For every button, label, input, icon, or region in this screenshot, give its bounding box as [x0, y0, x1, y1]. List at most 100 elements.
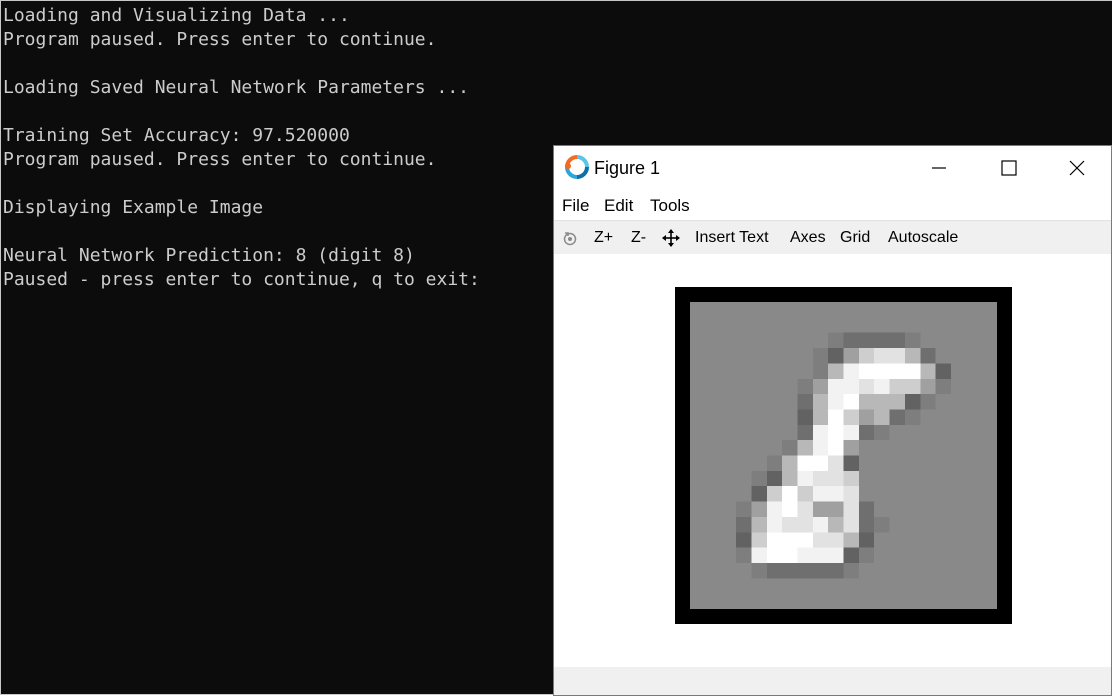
image-pixel — [797, 363, 814, 380]
image-pixel — [782, 532, 798, 548]
image-pixel — [782, 501, 798, 518]
image-pixel — [766, 317, 783, 334]
insert-text-button[interactable]: Insert Text — [695, 229, 769, 247]
image-pixel — [935, 363, 952, 380]
image-pixel — [690, 516, 706, 533]
menu-tools[interactable]: Tools — [650, 196, 690, 216]
image-pixel — [966, 348, 982, 364]
image-pixel — [904, 578, 921, 594]
image-pixel — [812, 593, 829, 609]
image-pixel — [858, 578, 875, 594]
image-pixel — [690, 470, 706, 487]
image-pixel — [782, 332, 798, 349]
image-pixel — [690, 440, 706, 456]
image-pixel — [904, 501, 921, 518]
image-pixel — [843, 378, 860, 395]
menu-file[interactable]: File — [562, 196, 589, 216]
image-pixel — [966, 516, 982, 533]
close-button[interactable] — [1042, 146, 1112, 190]
image-pixel — [920, 302, 936, 318]
image-pixel — [981, 501, 997, 518]
image-pixel — [751, 332, 768, 349]
image-pixel — [751, 440, 768, 456]
image-pixel — [812, 578, 829, 594]
zoom-in-button[interactable]: Z+ — [594, 229, 613, 247]
axes-button[interactable]: Axes — [790, 229, 826, 247]
maximize-button[interactable] — [974, 146, 1044, 190]
image-pixel — [950, 562, 967, 579]
image-pixel — [736, 440, 752, 456]
image-pixel — [920, 440, 936, 456]
image-pixel — [797, 532, 814, 548]
image-pixel — [797, 501, 814, 518]
image-pixel — [705, 424, 722, 441]
image-pixel — [950, 532, 967, 548]
image-pixel — [751, 562, 768, 579]
image-pixel — [981, 424, 997, 441]
image-pixel — [720, 455, 737, 472]
image-pixel — [966, 378, 982, 395]
image-pixel — [720, 470, 737, 487]
image-pixel — [981, 547, 997, 564]
image-pixel — [843, 409, 860, 426]
image-pixel — [843, 394, 860, 410]
menu-edit[interactable]: Edit — [604, 196, 633, 216]
minimize-button[interactable] — [904, 146, 974, 190]
autoscale-button[interactable]: Autoscale — [888, 229, 958, 247]
image-pixel — [720, 562, 737, 579]
image-pixel — [858, 317, 875, 334]
image-pixel — [766, 470, 783, 487]
pan-icon[interactable] — [662, 229, 680, 247]
image-pixel — [920, 516, 936, 533]
image-pixel — [782, 317, 798, 334]
rotate-icon[interactable] — [562, 230, 578, 246]
title-bar[interactable]: Figure 1 — [554, 146, 1111, 190]
image-pixel — [889, 501, 906, 518]
console-line: Loading and Visualizing Data ... — [3, 5, 350, 26]
grid-button[interactable]: Grid — [840, 229, 870, 247]
image-pixel — [736, 455, 752, 472]
image-pixel — [889, 593, 906, 609]
zoom-out-button[interactable]: Z- — [631, 229, 646, 247]
image-pixel — [950, 424, 967, 441]
image-pixel — [843, 455, 860, 472]
image-pixel — [797, 378, 814, 395]
image-pixel — [920, 348, 936, 364]
image-pixel — [782, 394, 798, 410]
image-pixel — [720, 378, 737, 395]
image-pixel — [828, 501, 844, 518]
image-pixel — [858, 532, 875, 548]
image-pixel — [920, 332, 936, 349]
figure-window[interactable]: Figure 1 File Edit Tools Z+ Z- Insert Te… — [553, 145, 1112, 696]
image-pixel — [812, 424, 829, 441]
image-pixel — [904, 394, 921, 410]
image-pixel — [720, 593, 737, 609]
plot-canvas[interactable] — [554, 254, 1111, 667]
image-pixel — [858, 470, 875, 487]
image-pixel — [766, 424, 783, 441]
image-pixel — [966, 440, 982, 456]
image-pixel — [843, 302, 860, 318]
image-pixel — [920, 593, 936, 609]
image-pixel — [720, 424, 737, 441]
image-pixel — [920, 547, 936, 564]
image-pixel — [981, 578, 997, 594]
image-pixel — [950, 593, 967, 609]
image-pixel — [766, 593, 783, 609]
image-pixel — [904, 486, 921, 502]
image-pixel — [966, 363, 982, 380]
image-pixel — [843, 348, 860, 364]
image-pixel — [797, 547, 814, 564]
image-pixel — [843, 486, 860, 502]
image-pixel — [904, 455, 921, 472]
image-pixel — [766, 394, 783, 410]
image-pixel — [874, 424, 890, 441]
image-pixel — [690, 593, 706, 609]
image-pixel — [981, 302, 997, 318]
image-pixel — [736, 578, 752, 594]
image-pixel — [705, 516, 722, 533]
image-pixel — [858, 409, 875, 426]
image-pixel — [981, 532, 997, 548]
